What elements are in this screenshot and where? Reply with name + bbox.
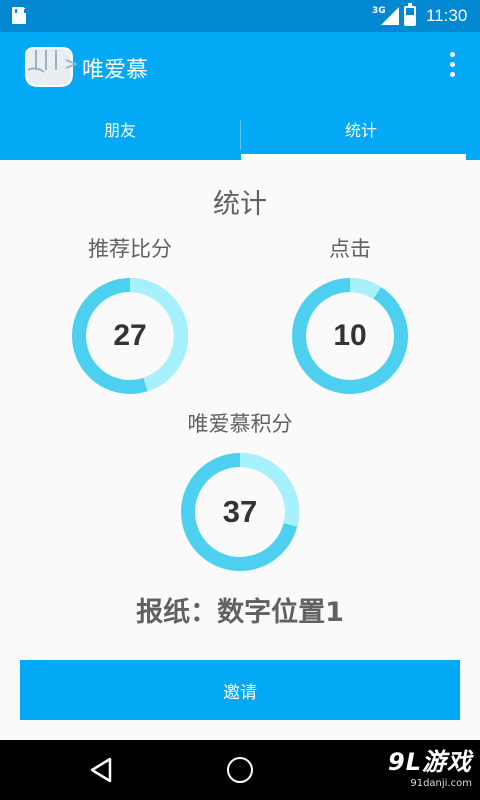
score-value: 37 <box>222 494 258 529</box>
score-label: 唯爱慕积分 <box>187 412 293 436</box>
recommend-score-value: 27 <box>113 319 147 352</box>
navigation-bar: 9L游戏 91danji.com <box>0 740 480 800</box>
overflow-menu-icon[interactable] <box>444 50 460 80</box>
click-value: 10 <box>333 319 367 352</box>
tab-indicator <box>241 154 466 160</box>
battery-icon <box>404 3 416 26</box>
app-bar: 唯爱慕 朋友 统计 <box>0 32 480 160</box>
status-time: 11:30 <box>426 6 468 25</box>
watermark-main: 9L游戏 <box>388 748 472 776</box>
invite-button[interactable]: 邀请 <box>20 660 460 720</box>
section-title: 统计 <box>213 189 267 220</box>
signal-icon <box>381 7 399 25</box>
watermark-sub: 91danji.com <box>410 778 472 789</box>
click-ring: 10 <box>291 277 409 395</box>
click-label: 点击 <box>329 237 371 261</box>
newspaper-position-text: 报纸：数字位置1 <box>136 597 344 628</box>
watermark: 9L游戏 91danji.com <box>372 746 472 790</box>
recommend-score-ring: 27 <box>71 277 189 395</box>
sd-card-icon <box>12 7 26 24</box>
recommend-score-label: 推荐比分 <box>88 237 172 261</box>
status-bar: 3G 11:30 <box>0 0 480 32</box>
home-icon[interactable] <box>227 757 253 783</box>
tab-stats[interactable]: 统计 <box>241 110 480 160</box>
score-ring: 37 <box>180 452 300 572</box>
app-title: 唯爱慕 <box>82 58 149 83</box>
tab-friends[interactable]: 朋友 <box>0 110 240 160</box>
back-icon[interactable] <box>86 756 116 784</box>
app-logo-fist-icon <box>24 47 78 87</box>
